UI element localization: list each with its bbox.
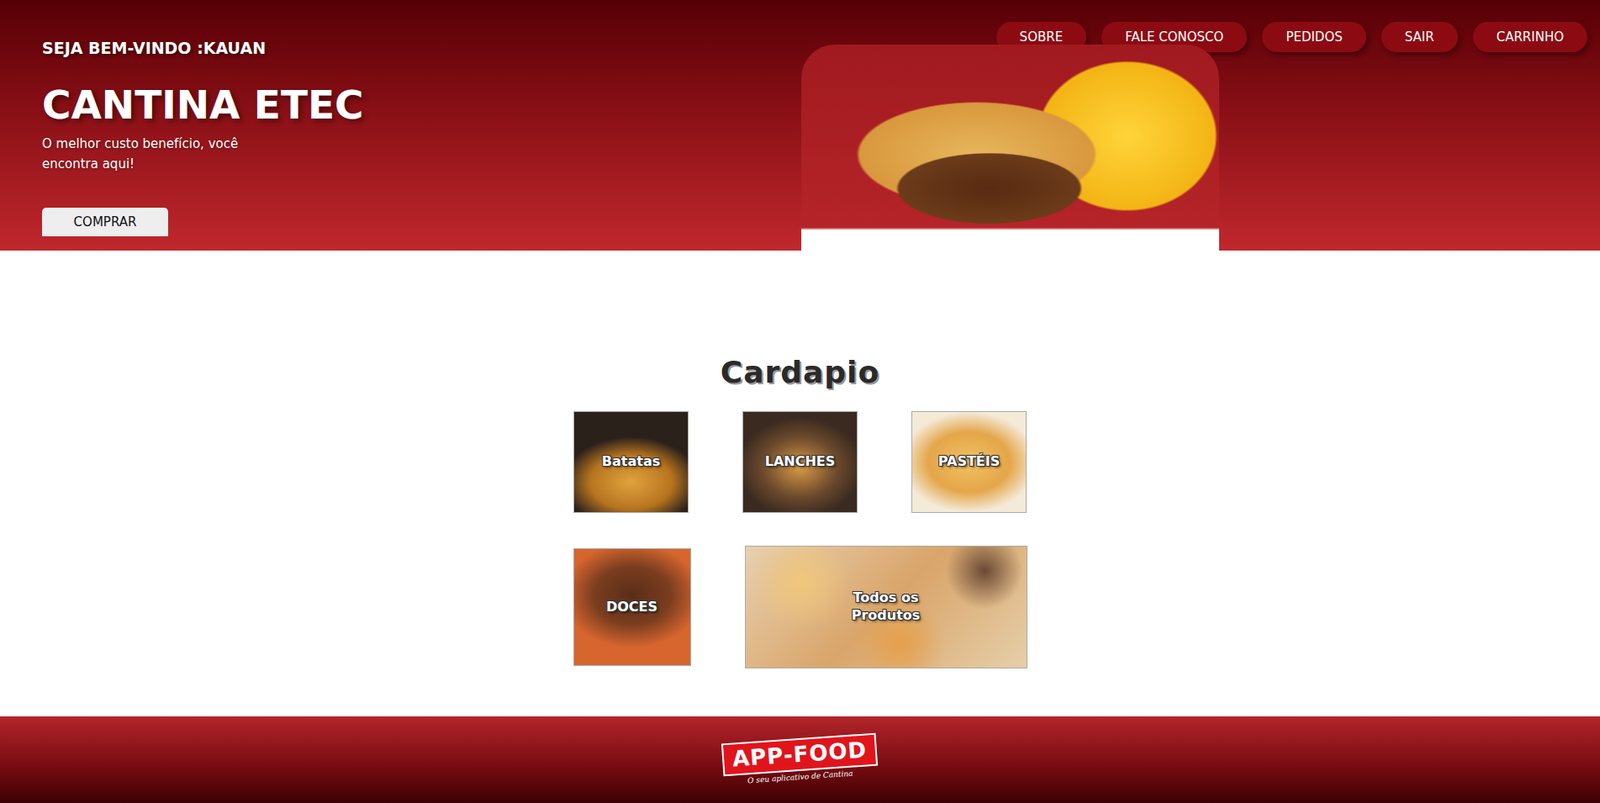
top-bar: SEJA BEM-VINDO :KAUANSOBREFALE CONOSCOPE… [0, 0, 1600, 59]
menu-row: Batatas LANCHES PASTÉIS [573, 411, 1027, 513]
category-card[interactable]: PASTÉIS [911, 411, 1027, 513]
nav-button[interactable]: PEDIDOS [1262, 21, 1366, 53]
category-card[interactable]: Batatas [573, 411, 689, 513]
menu-title: Cardapio [720, 353, 880, 391]
hero-title: CANTINA ETEC [42, 81, 365, 129]
category-card[interactable]: LANCHES [742, 411, 858, 513]
category-label: Todos os Produtos [835, 589, 937, 625]
category-label: PASTÉIS [938, 453, 1000, 471]
hero-text: CANTINA ETECO melhor custo benefício, vo… [0, 58, 802, 237]
category-label: LANCHES [765, 453, 836, 471]
category-label: Batatas [601, 453, 661, 471]
nav-button[interactable]: CARRINHO [1473, 21, 1588, 53]
hero: CANTINA ETECO melhor custo benefício, vo… [0, 58, 1600, 307]
menu-section: Cardapio Batatas LANCHES PASTÉIS DOCES Todos … [0, 250, 1600, 716]
hero-subtitle: O melhor custo benefício, você encontra … [42, 133, 244, 175]
buy-button[interactable]: COMPRAR [42, 207, 169, 237]
category-card[interactable]: Todos os Produtos [744, 545, 1028, 669]
app-logo: APP-FOODO seu aplicativo de Cantina [722, 738, 877, 782]
header: SEJA BEM-VINDO :KAUANSOBREFALE CONOSCOPE… [0, 0, 1600, 251]
menu-row: DOCES Todos os Produtos [573, 545, 1028, 669]
hero-image [801, 44, 1220, 307]
welcome-text: SEJA BEM-VINDO :KAUAN [42, 38, 266, 59]
nav-button[interactable]: SAIR [1381, 21, 1458, 53]
category-label: DOCES [606, 598, 658, 617]
logo-mark: APP-FOOD [721, 733, 878, 777]
category-card[interactable]: DOCES [573, 548, 692, 666]
page: SEJA BEM-VINDO :KAUANSOBREFALE CONOSCOPE… [0, 0, 1600, 803]
footer: APP-FOODO seu aplicativo de Cantina [0, 716, 1600, 803]
